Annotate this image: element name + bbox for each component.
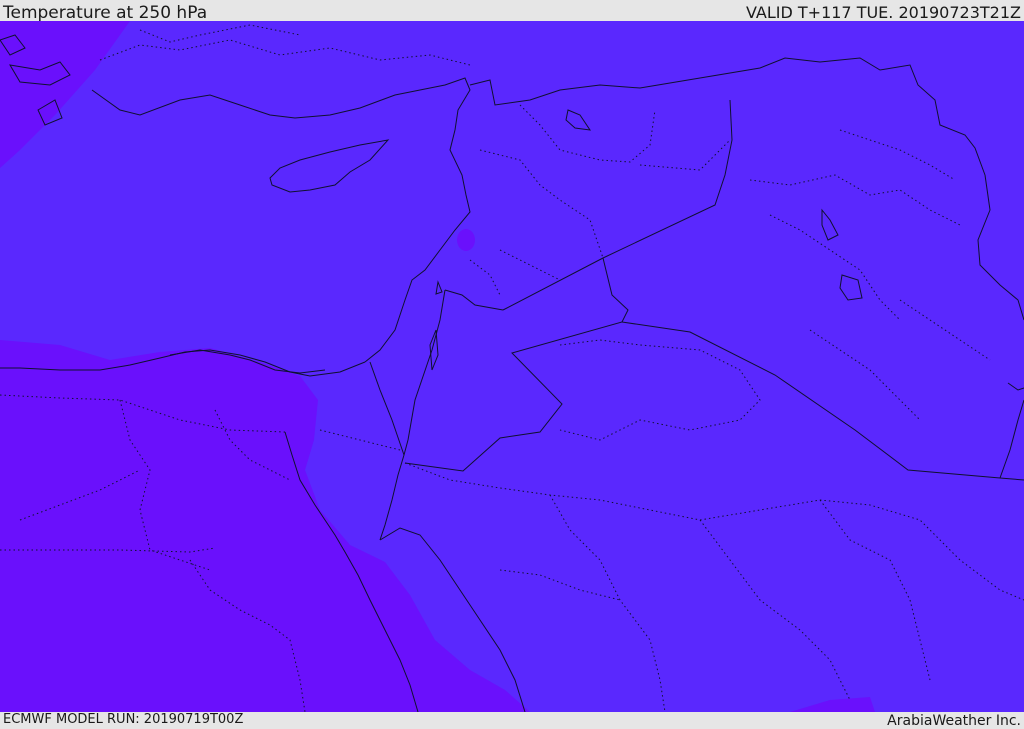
- credit-label: ArabiaWeather Inc.: [887, 713, 1021, 729]
- weather-map-frame: Temperature at 250 hPa VALID T+117 TUE. …: [0, 0, 1024, 729]
- valid-time: VALID T+117 TUE. 20190723T21Z: [745, 3, 1021, 22]
- map-title: Temperature at 250 hPa: [3, 3, 208, 23]
- temperature-map: [0, 21, 1024, 712]
- model-run: ECMWF MODEL RUN: 20190719T00Z: [3, 712, 244, 727]
- temperature-patch-levant: [457, 229, 475, 251]
